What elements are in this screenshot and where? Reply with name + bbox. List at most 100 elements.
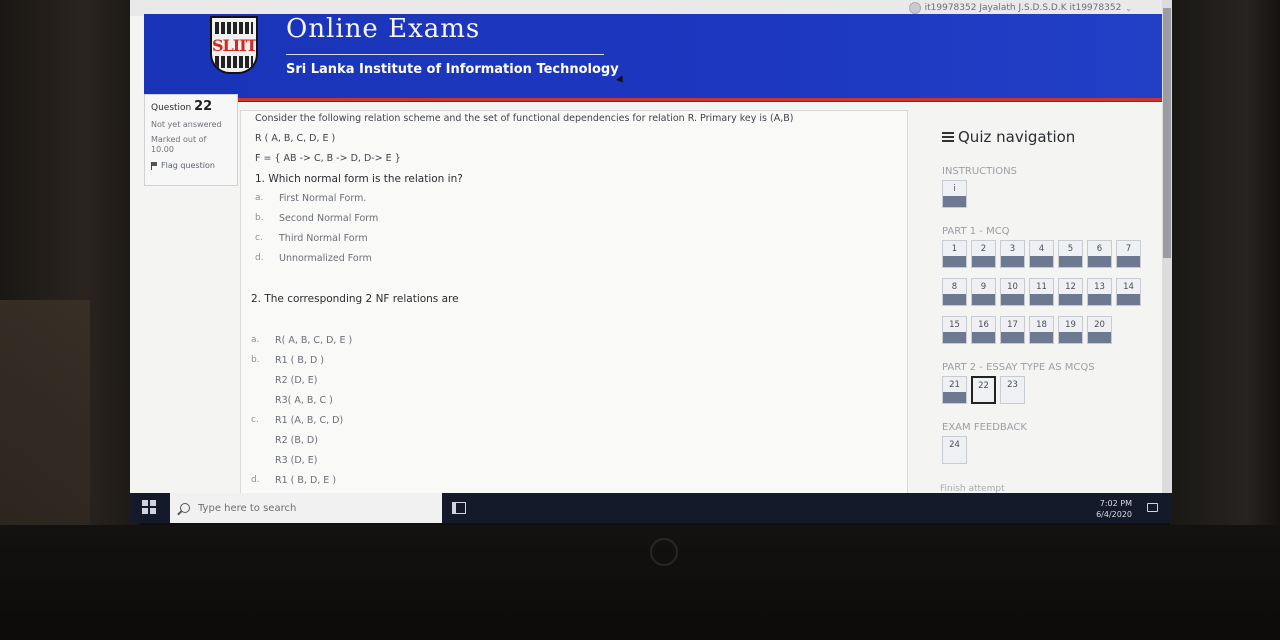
- windows-start-icon[interactable]: [142, 500, 156, 514]
- q2-option-d-line1[interactable]: R1 ( B, D, E ): [275, 475, 336, 486]
- option-letter: a.: [251, 335, 260, 345]
- answered-bar: [1001, 256, 1024, 267]
- answered-bar: [1059, 294, 1082, 305]
- question-intro: Consider the following relation scheme a…: [255, 113, 794, 124]
- logo-pattern-bottom: [215, 56, 253, 68]
- nav-button-label: 8: [951, 282, 958, 292]
- flag-question-button[interactable]: Flag question: [151, 161, 231, 170]
- option-letter: a.: [255, 193, 264, 203]
- q1-option-a[interactable]: First Normal Form.: [279, 193, 366, 204]
- sliit-logo[interactable]: SLIIT: [210, 16, 258, 74]
- nav-button-label: 12: [1065, 282, 1076, 292]
- answered-bar: [943, 196, 966, 207]
- question-status: Not yet answered: [151, 120, 222, 129]
- nav-button-6[interactable]: 6: [1087, 240, 1112, 268]
- answered-bar: [1117, 256, 1140, 267]
- search-placeholder: Type here to search: [198, 502, 297, 514]
- nav-button-label: 4: [1038, 244, 1045, 254]
- nav-button-23[interactable]: 23: [1000, 376, 1025, 404]
- nav-button-3[interactable]: 3: [1000, 240, 1025, 268]
- flag-label: Flag question: [161, 161, 215, 170]
- site-subtitle: Sri Lanka Institute of Information Techn…: [286, 62, 619, 77]
- laptop-logo-icon: [650, 538, 678, 566]
- clock-time: 7:02 PM: [1099, 499, 1132, 508]
- nav-button-label: 2: [980, 244, 987, 254]
- relation-scheme: R ( A, B, C, D, E ): [255, 133, 336, 144]
- nav-button-2[interactable]: 2: [971, 240, 996, 268]
- nav-button-16[interactable]: 16: [971, 316, 996, 344]
- header-accent-line: [144, 98, 1162, 101]
- nav-button-label: 11: [1036, 282, 1047, 292]
- q2-option-b-line2[interactable]: R2 (D, E): [275, 375, 317, 386]
- nav-button-12[interactable]: 12: [1058, 278, 1083, 306]
- task-view-icon[interactable]: [452, 502, 466, 514]
- nav-button-label: 22: [978, 381, 989, 391]
- q2-option-b-line3[interactable]: R3( A, B, C ): [275, 395, 333, 406]
- sub-question-2: 2. The corresponding 2 NF relations are: [251, 293, 459, 305]
- nav-button-7[interactable]: 7: [1116, 240, 1141, 268]
- page-scrollbar[interactable]: [1162, 0, 1172, 500]
- option-letter: b.: [255, 213, 264, 223]
- q2-option-a[interactable]: R( A, B, C, D, E ): [275, 335, 352, 346]
- answered-bar: [943, 332, 966, 343]
- nav-button-label: 24: [949, 440, 960, 450]
- nav-button-19[interactable]: 19: [1058, 316, 1083, 344]
- nav-button-11[interactable]: 11: [1029, 278, 1054, 306]
- nav-button-14[interactable]: 14: [1116, 278, 1141, 306]
- notification-icon[interactable]: [1147, 503, 1158, 512]
- q2-option-c-line2[interactable]: R2 (B, D): [275, 435, 318, 446]
- nav-button-22[interactable]: 22: [971, 376, 996, 404]
- search-icon: [180, 503, 190, 513]
- nav-button-20[interactable]: 20: [1087, 316, 1112, 344]
- scrollbar-thumb[interactable]: [1163, 8, 1171, 258]
- nav-button-label: 13: [1094, 282, 1105, 292]
- nav-button-label: 20: [1094, 320, 1105, 330]
- answered-bar: [1088, 294, 1111, 305]
- nav-button-9[interactable]: 9: [971, 278, 996, 306]
- nav-button-18[interactable]: 18: [1029, 316, 1054, 344]
- logo-pattern-top: [215, 22, 253, 34]
- answered-bar: [1030, 332, 1053, 343]
- taskbar-search[interactable]: Type here to search: [170, 493, 442, 523]
- answered-bar: [1059, 332, 1082, 343]
- nav-button-4[interactable]: 4: [1029, 240, 1054, 268]
- nav-button-13[interactable]: 13: [1087, 278, 1112, 306]
- q2-option-c-line3[interactable]: R3 (D, E): [275, 455, 317, 466]
- nav-button-label: 14: [1123, 282, 1134, 292]
- answered-bar: [1088, 256, 1111, 267]
- nav-title-text: Quiz navigation: [958, 128, 1076, 146]
- nav-button-label: 1: [951, 244, 958, 254]
- nav-button-5[interactable]: 5: [1058, 240, 1083, 268]
- nav-button-label: 10: [1007, 282, 1018, 292]
- q2-option-c-line1[interactable]: R1 (A, B, C, D): [275, 415, 343, 426]
- nav-button-24[interactable]: 24: [942, 436, 967, 464]
- logo-text: SLIIT: [212, 36, 257, 55]
- q2-option-b-line1[interactable]: R1 ( B, D ): [275, 355, 324, 366]
- nav-button-label: 7: [1125, 244, 1132, 254]
- nav-button-label: 21: [949, 380, 960, 390]
- section-feedback: EXAM FEEDBACK: [942, 422, 1027, 433]
- nav-button-17[interactable]: 17: [1000, 316, 1025, 344]
- quiz-navigation-title: Quiz navigation: [942, 128, 1075, 146]
- nav-button-label: 19: [1065, 320, 1076, 330]
- nav-button-label: 18: [1036, 320, 1047, 330]
- user-menu[interactable]: it19978352 Jayalath J.S.D.S.D.K it199783…: [908, 2, 1132, 14]
- answered-bar: [1001, 332, 1024, 343]
- nav-button-label: 23: [1007, 380, 1018, 390]
- q1-option-d[interactable]: Unnormalized Form: [279, 253, 372, 264]
- nav-button-10[interactable]: 10: [1000, 278, 1025, 306]
- nav-button-15[interactable]: 15: [942, 316, 967, 344]
- nav-button-1[interactable]: 1: [942, 240, 967, 268]
- system-clock[interactable]: 7:02 PM 6/4/2020: [1096, 498, 1132, 520]
- answered-bar: [1059, 256, 1082, 267]
- question-number-line: Question 22: [151, 99, 231, 114]
- nav-button-8[interactable]: 8: [942, 278, 967, 306]
- q1-option-c[interactable]: Third Normal Form: [279, 233, 368, 244]
- q1-option-b[interactable]: Second Normal Form: [279, 213, 378, 224]
- option-letter: b.: [251, 355, 260, 365]
- nav-button-instructions[interactable]: i: [942, 180, 967, 208]
- nav-button-label: 3: [1009, 244, 1016, 254]
- question-content: Consider the following relation scheme a…: [240, 110, 908, 500]
- nav-button-21[interactable]: 21: [942, 376, 967, 404]
- avatar: [908, 2, 921, 14]
